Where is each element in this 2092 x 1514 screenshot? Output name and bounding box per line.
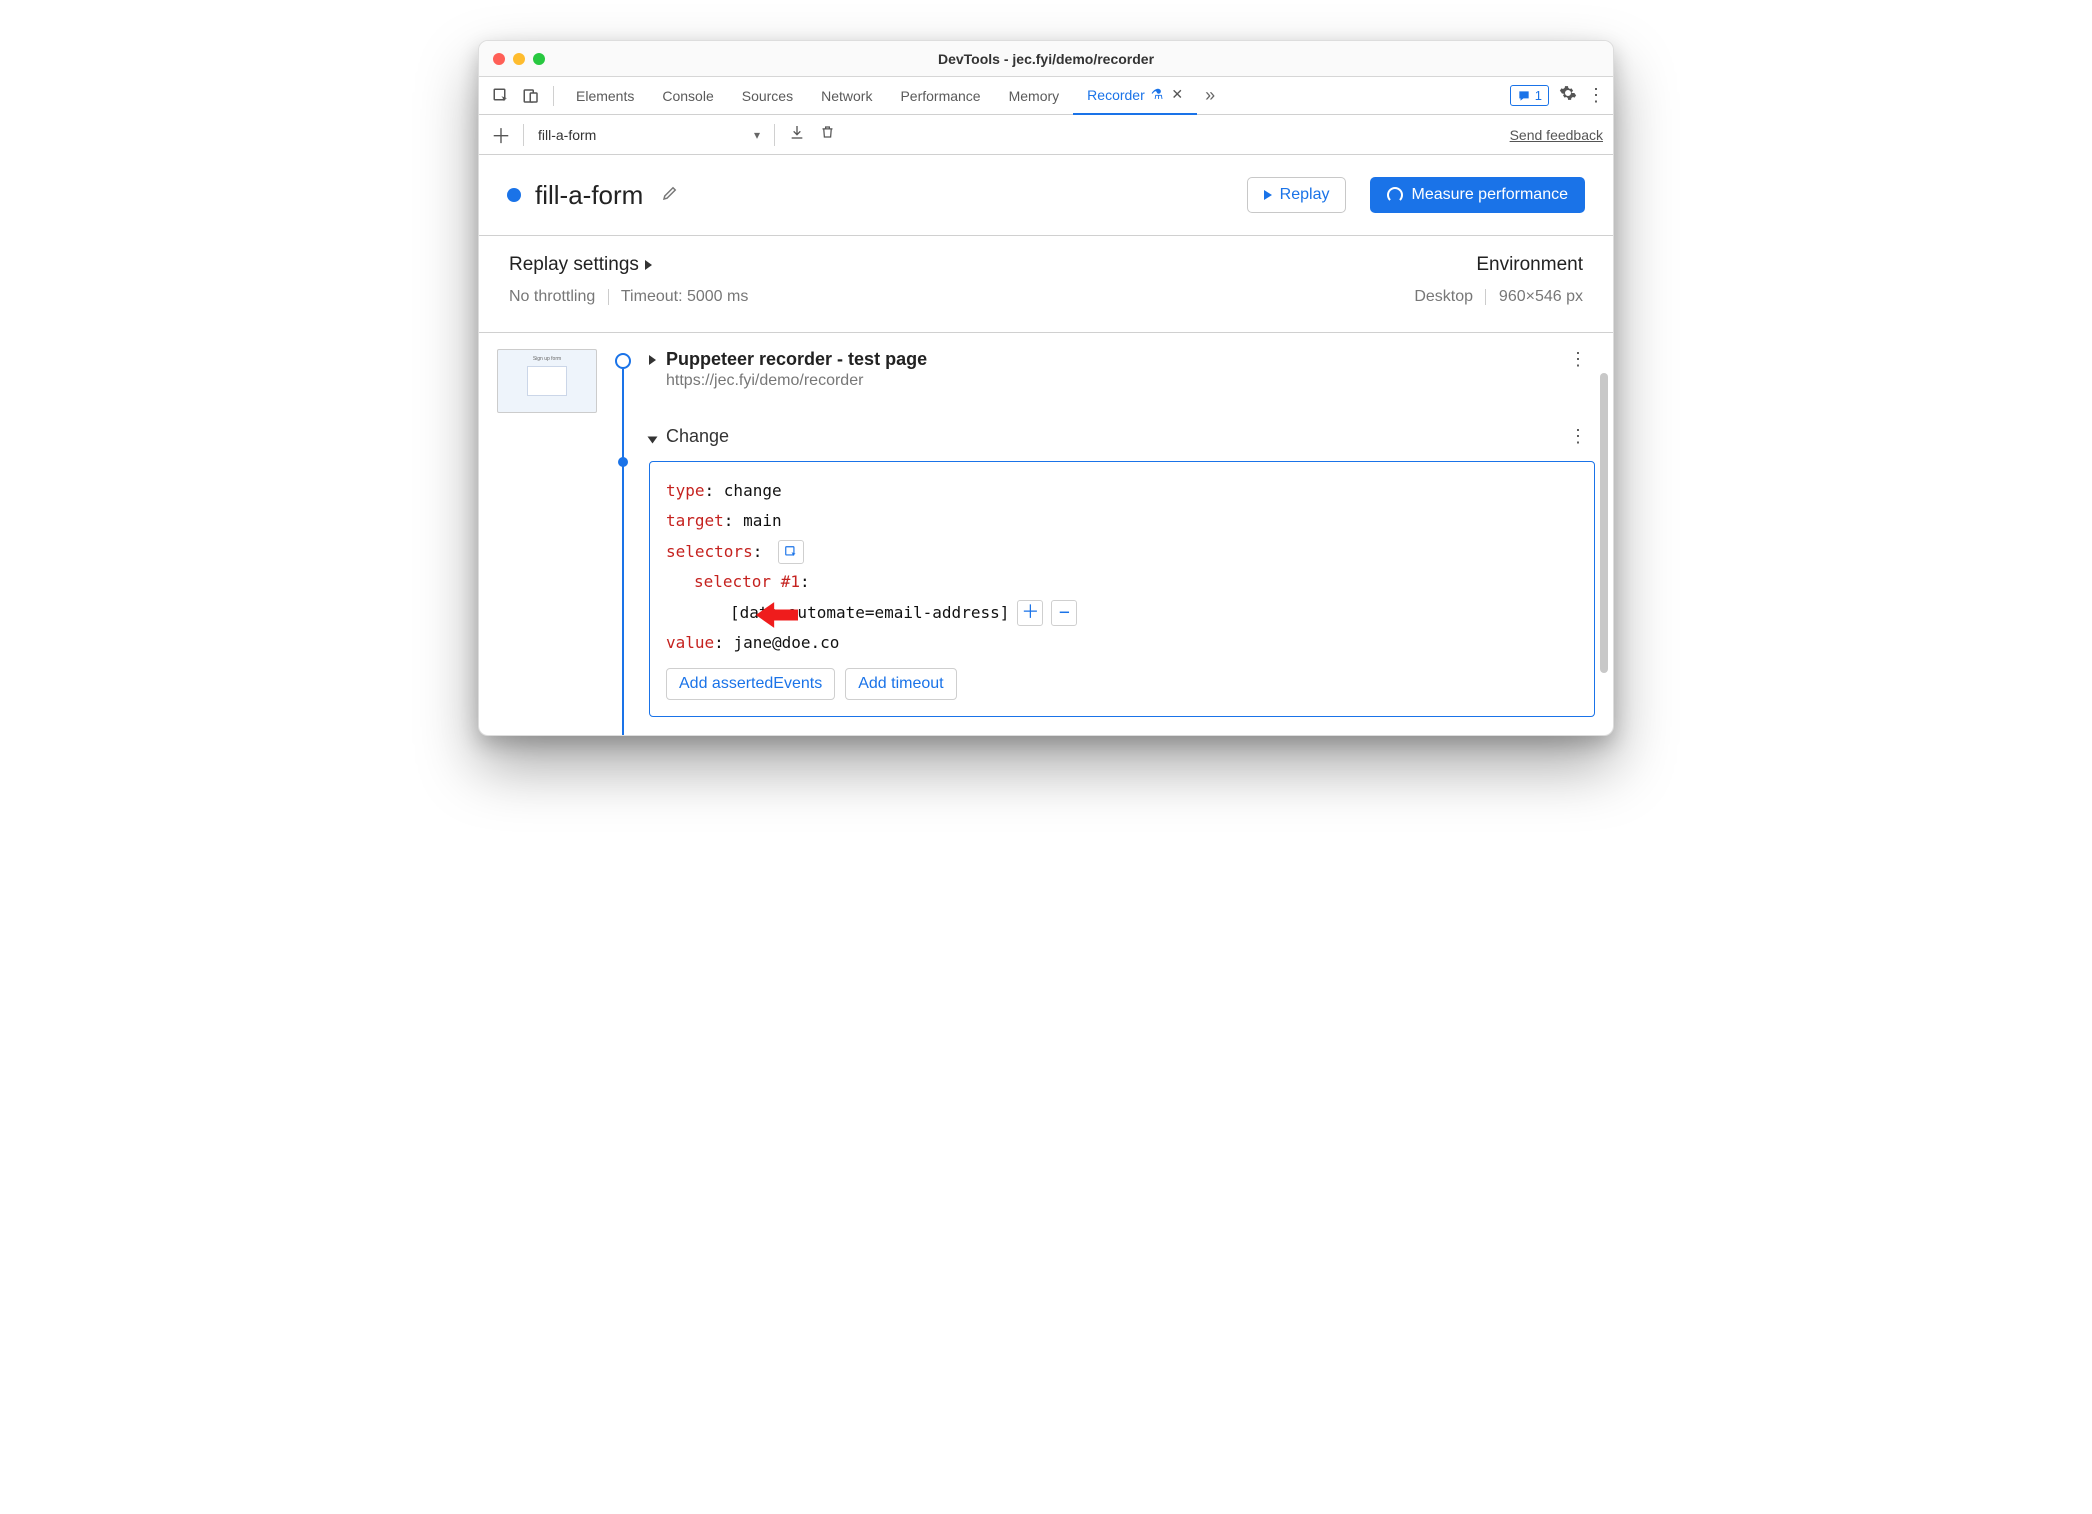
replay-settings-heading[interactable]: Replay settings (509, 254, 1414, 276)
messages-count: 1 (1535, 88, 1542, 103)
experiment-icon: ⚗ (1151, 86, 1164, 103)
step-start[interactable]: Puppeteer recorder - test page https://j… (649, 349, 1595, 390)
titlebar: DevTools - jec.fyi/demo/recorder (479, 41, 1613, 77)
field-selectors-key: selectors (666, 542, 753, 561)
tab-recorder[interactable]: Recorder ⚗ ✕ (1073, 77, 1197, 115)
timeline-start-node-icon (615, 353, 631, 369)
throttling-value: No throttling (509, 288, 595, 305)
page-thumbnail: Sign up form (497, 349, 597, 413)
add-selector-button[interactable]: ＋ (1017, 600, 1043, 626)
field-type-key: type (666, 481, 705, 500)
window-title: DevTools - jec.fyi/demo/recorder (479, 51, 1613, 67)
field-target-key: target (666, 511, 724, 530)
field-value-key: value (666, 633, 714, 652)
remove-selector-button[interactable]: − (1051, 600, 1077, 626)
field-target-value[interactable]: main (743, 511, 782, 530)
add-timeout-button[interactable]: Add timeout (845, 668, 956, 700)
step-change-label: Change (666, 426, 729, 447)
recording-title: fill-a-form (535, 180, 643, 211)
settings-gear-icon[interactable] (1559, 84, 1577, 107)
step-start-url: https://jec.fyi/demo/recorder (666, 372, 927, 390)
devtools-tabbar: Elements Console Sources Network Perform… (479, 77, 1613, 115)
recorder-toolbar: ＋ fill-a-form ▾ Send feedback (479, 115, 1613, 155)
tab-network[interactable]: Network (807, 77, 886, 115)
measure-performance-button[interactable]: Measure performance (1370, 177, 1585, 213)
send-feedback-link[interactable]: Send feedback (1510, 127, 1603, 143)
more-options-icon[interactable]: ⋮ (1587, 85, 1605, 106)
tab-sources[interactable]: Sources (728, 77, 807, 115)
close-tab-icon[interactable]: ✕ (1169, 86, 1183, 103)
collapse-caret-icon[interactable] (648, 436, 658, 443)
steps-list: Sign up form Puppeteer recorder - test p… (479, 333, 1613, 735)
environment-heading: Environment (1414, 254, 1583, 276)
tab-console[interactable]: Console (648, 77, 727, 115)
recording-status-dot-icon (507, 188, 521, 202)
step-start-title: Puppeteer recorder - test page (666, 349, 927, 370)
replay-button-label: Replay (1280, 186, 1330, 204)
console-messages-badge[interactable]: 1 (1510, 85, 1549, 106)
more-tabs-icon[interactable]: » (1197, 85, 1223, 106)
viewport-value: 960×546 px (1499, 288, 1583, 305)
pick-selector-icon[interactable] (778, 540, 804, 564)
recording-header: fill-a-form Replay Measure performance (479, 155, 1613, 236)
chevron-right-icon (645, 260, 652, 270)
step-change: Change ⋮ type: change target: main selec… (649, 426, 1595, 717)
chevron-down-icon: ▾ (754, 128, 760, 142)
annotation-arrow-icon (754, 598, 794, 628)
field-type-value[interactable]: change (724, 481, 782, 500)
timeout-value: Timeout: 5000 ms (621, 288, 748, 305)
devtools-window: DevTools - jec.fyi/demo/recorder Element… (478, 40, 1614, 736)
settings-row: Replay settings No throttling Timeout: 5… (479, 236, 1613, 333)
inspect-element-icon[interactable] (487, 83, 515, 109)
step-change-panel: type: change target: main selectors: sel… (649, 461, 1595, 717)
add-asserted-events-button[interactable]: Add assertedEvents (666, 668, 835, 700)
replay-button[interactable]: Replay (1247, 177, 1347, 213)
recording-select-value: fill-a-form (538, 127, 596, 143)
delete-icon[interactable] (815, 124, 839, 145)
play-icon (1264, 190, 1272, 200)
field-selector1-key: selector #1 (694, 572, 800, 591)
gauge-icon (1387, 187, 1403, 203)
device-toolbar-icon[interactable] (517, 83, 545, 109)
device-value: Desktop (1414, 288, 1473, 305)
new-recording-button[interactable]: ＋ (489, 123, 513, 147)
timeline-step-node-icon (618, 457, 628, 467)
expand-caret-icon[interactable] (649, 355, 656, 365)
edit-title-icon[interactable] (661, 184, 679, 207)
step-change-header[interactable]: Change ⋮ (649, 426, 1595, 447)
timeline (613, 349, 633, 717)
step-menu-icon[interactable]: ⋮ (1569, 349, 1595, 370)
measure-button-label: Measure performance (1411, 186, 1568, 204)
tab-memory[interactable]: Memory (995, 77, 1074, 115)
recording-select[interactable]: fill-a-form ▾ (534, 125, 764, 145)
tab-elements[interactable]: Elements (562, 77, 648, 115)
scrollbar[interactable] (1597, 333, 1611, 735)
download-icon[interactable] (785, 124, 809, 145)
field-value-value[interactable]: jane@doe.co (733, 633, 839, 652)
step-menu-icon[interactable]: ⋮ (1569, 426, 1595, 447)
tab-performance[interactable]: Performance (886, 77, 994, 115)
